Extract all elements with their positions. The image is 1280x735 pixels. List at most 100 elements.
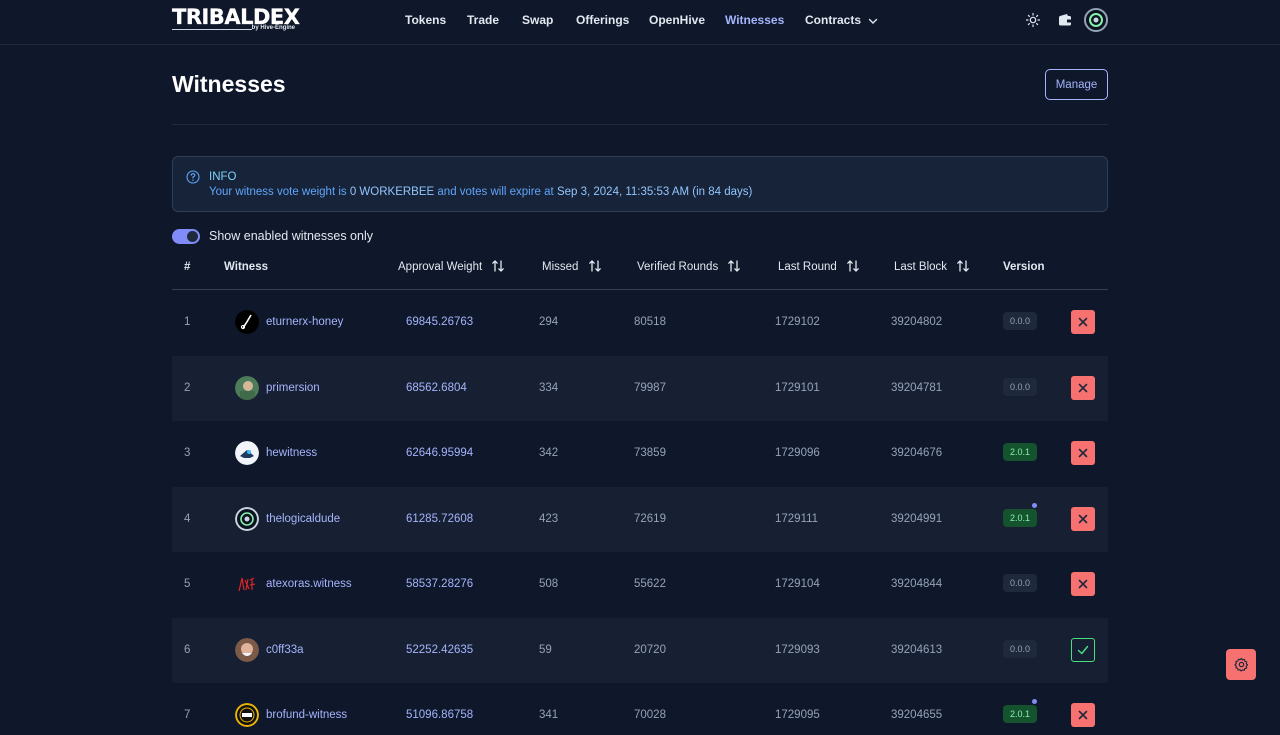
witness-avatar: [235, 703, 259, 727]
logo-subtext: by Hive-Engine: [251, 25, 295, 31]
rank-cell: 6: [184, 643, 191, 656]
col-last-round-label: Last Round: [778, 261, 837, 274]
unvote-button[interactable]: [1071, 506, 1095, 531]
gear-icon: [1233, 657, 1248, 672]
col-missed-label: Missed: [542, 261, 579, 274]
unvote-button[interactable]: [1071, 441, 1095, 465]
checkmark-icon: [1077, 645, 1089, 654]
rank-cell: 5: [184, 578, 191, 590]
col-verified-label: Verified Rounds: [637, 261, 719, 274]
nav-witnesses[interactable]: Witnesses: [725, 13, 784, 27]
sort-icon: [728, 260, 741, 272]
col-verified-rounds[interactable]: Verified Rounds: [637, 260, 741, 274]
col-rank: #: [184, 261, 191, 273]
enabled-only-toggle[interactable]: [172, 229, 200, 244]
unvote-button[interactable]: [1071, 310, 1095, 334]
last-round-cell: 1729104: [775, 578, 820, 590]
col-witness: Witness: [224, 261, 268, 273]
col-last-block[interactable]: Last Block: [894, 260, 970, 274]
witness-avatar-image: [235, 375, 259, 400]
witness-avatar-image: [235, 506, 259, 531]
rank-cell: 1: [184, 316, 191, 328]
unvote-button[interactable]: [1071, 572, 1095, 596]
close-icon: [1078, 514, 1088, 523]
rank-cell: 7: [184, 709, 191, 721]
version-badge: 0.0.0: [1003, 639, 1037, 658]
witness-avatar: [235, 637, 259, 662]
witness-name-link[interactable]: primersion: [266, 382, 320, 394]
last-round-cell: 1729102: [775, 316, 820, 328]
nav-contracts[interactable]: Contracts: [805, 13, 878, 27]
approval-weight-cell: 68562.6804: [406, 381, 467, 394]
missed-cell: 59: [539, 643, 552, 656]
info-vote-weight: 0 WORKERBEE: [349, 186, 435, 198]
unvote-button[interactable]: [1071, 375, 1095, 400]
missed-cell: 508: [539, 578, 559, 590]
close-icon: [1078, 383, 1088, 392]
col-missed[interactable]: Missed: [542, 260, 602, 274]
witness-name-link[interactable]: c0ff33a: [266, 644, 304, 656]
sort-icon: [957, 260, 970, 272]
witness-name-link[interactable]: atexoras.witness: [266, 578, 352, 590]
status-dot: [1032, 502, 1037, 508]
sort-icon: [492, 260, 505, 272]
status-dot: [1032, 699, 1037, 704]
table-row: 6 c0ff33a 52252.42635 59 20720 1729093 3…: [172, 617, 1108, 683]
rank-cell: 4: [184, 512, 191, 525]
last-round-cell: 1729096: [775, 447, 820, 459]
unvote-button[interactable]: [1071, 703, 1095, 727]
user-avatar[interactable]: [1084, 8, 1108, 32]
witness-name-link[interactable]: hewitness: [266, 447, 317, 459]
tribaldex-logo[interactable]: TRIBALDEX by Hive-Engine: [172, 6, 300, 33]
version-badge: 0.0.0: [1003, 574, 1037, 592]
verified-rounds-cell: 70028: [634, 709, 666, 721]
col-last-block-label: Last Block: [894, 261, 948, 274]
witness-name-link[interactable]: eturnerx-honey: [266, 316, 343, 328]
sort-icon: [588, 260, 601, 272]
vote-button[interactable]: [1071, 637, 1095, 662]
last-block-cell: 39204781: [891, 381, 943, 394]
wallet-icon[interactable]: [1057, 12, 1073, 28]
nav-trade[interactable]: Trade: [467, 13, 499, 27]
last-round-cell: 1729095: [775, 709, 820, 721]
approval-weight-cell: 69845.26763: [406, 316, 474, 328]
nav-tokens[interactable]: Tokens: [405, 13, 446, 27]
info-expiry: Sep 3, 2024, 11:35:53 AM (in 84 days): [556, 186, 753, 198]
rank-cell: 3: [184, 447, 191, 459]
sort-icon: [847, 260, 859, 272]
witness-avatar-image: [235, 703, 259, 727]
col-approval-weight[interactable]: Approval Weight: [398, 260, 505, 273]
last-block-cell: 39204802: [891, 316, 943, 328]
nav-contracts-label: Contracts: [805, 13, 862, 27]
info-title: INFO: [209, 171, 237, 183]
last-round-cell: 1729093: [775, 643, 820, 656]
witness-avatar: [235, 375, 259, 400]
col-last-round[interactable]: Last Round: [778, 260, 860, 274]
info-text-mid: and votes will expire at: [434, 186, 557, 198]
verified-rounds-cell: 20720: [634, 643, 666, 656]
witness-table-body: 1 eturnerx-honey 69845.26763 294 80518 1…: [172, 290, 1108, 735]
witness-name-link[interactable]: brofund-witness: [266, 709, 347, 721]
last-block-cell: 39204655: [891, 709, 943, 721]
verified-rounds-cell: 55622: [634, 578, 666, 590]
witness-name-link[interactable]: thelogicaldude: [266, 513, 340, 525]
page-title: Witnesses: [172, 71, 286, 97]
table-header: # Witness Approval Weight Missed Verifie…: [172, 252, 1108, 290]
info-alert: INFO Your witness vote weight is 0 WORKE…: [172, 156, 1108, 212]
missed-cell: 294: [539, 316, 559, 328]
nav-offerings[interactable]: Offerings: [576, 13, 629, 27]
witness-avatar-image: [235, 310, 259, 334]
manage-button[interactable]: Manage: [1045, 69, 1108, 100]
rank-cell: 2: [184, 381, 191, 394]
close-icon: [1078, 448, 1088, 458]
version-badge: 2.0.1: [1003, 443, 1037, 461]
sun-icon[interactable]: [1025, 12, 1041, 28]
nav-openhive[interactable]: OpenHive: [649, 13, 705, 27]
nav-swap[interactable]: Swap: [522, 13, 553, 27]
approval-weight-cell: 61285.72608: [406, 512, 474, 525]
settings-button[interactable]: [1226, 649, 1256, 680]
top-navbar: TRIBALDEX by Hive-Engine Tokens Trade Sw…: [0, 0, 1280, 45]
verified-rounds-cell: 79987: [634, 381, 666, 394]
witness-avatar-image: [235, 441, 259, 465]
table-row: 4 thelogicaldude 61285.72608 423 72619 1…: [172, 486, 1108, 552]
